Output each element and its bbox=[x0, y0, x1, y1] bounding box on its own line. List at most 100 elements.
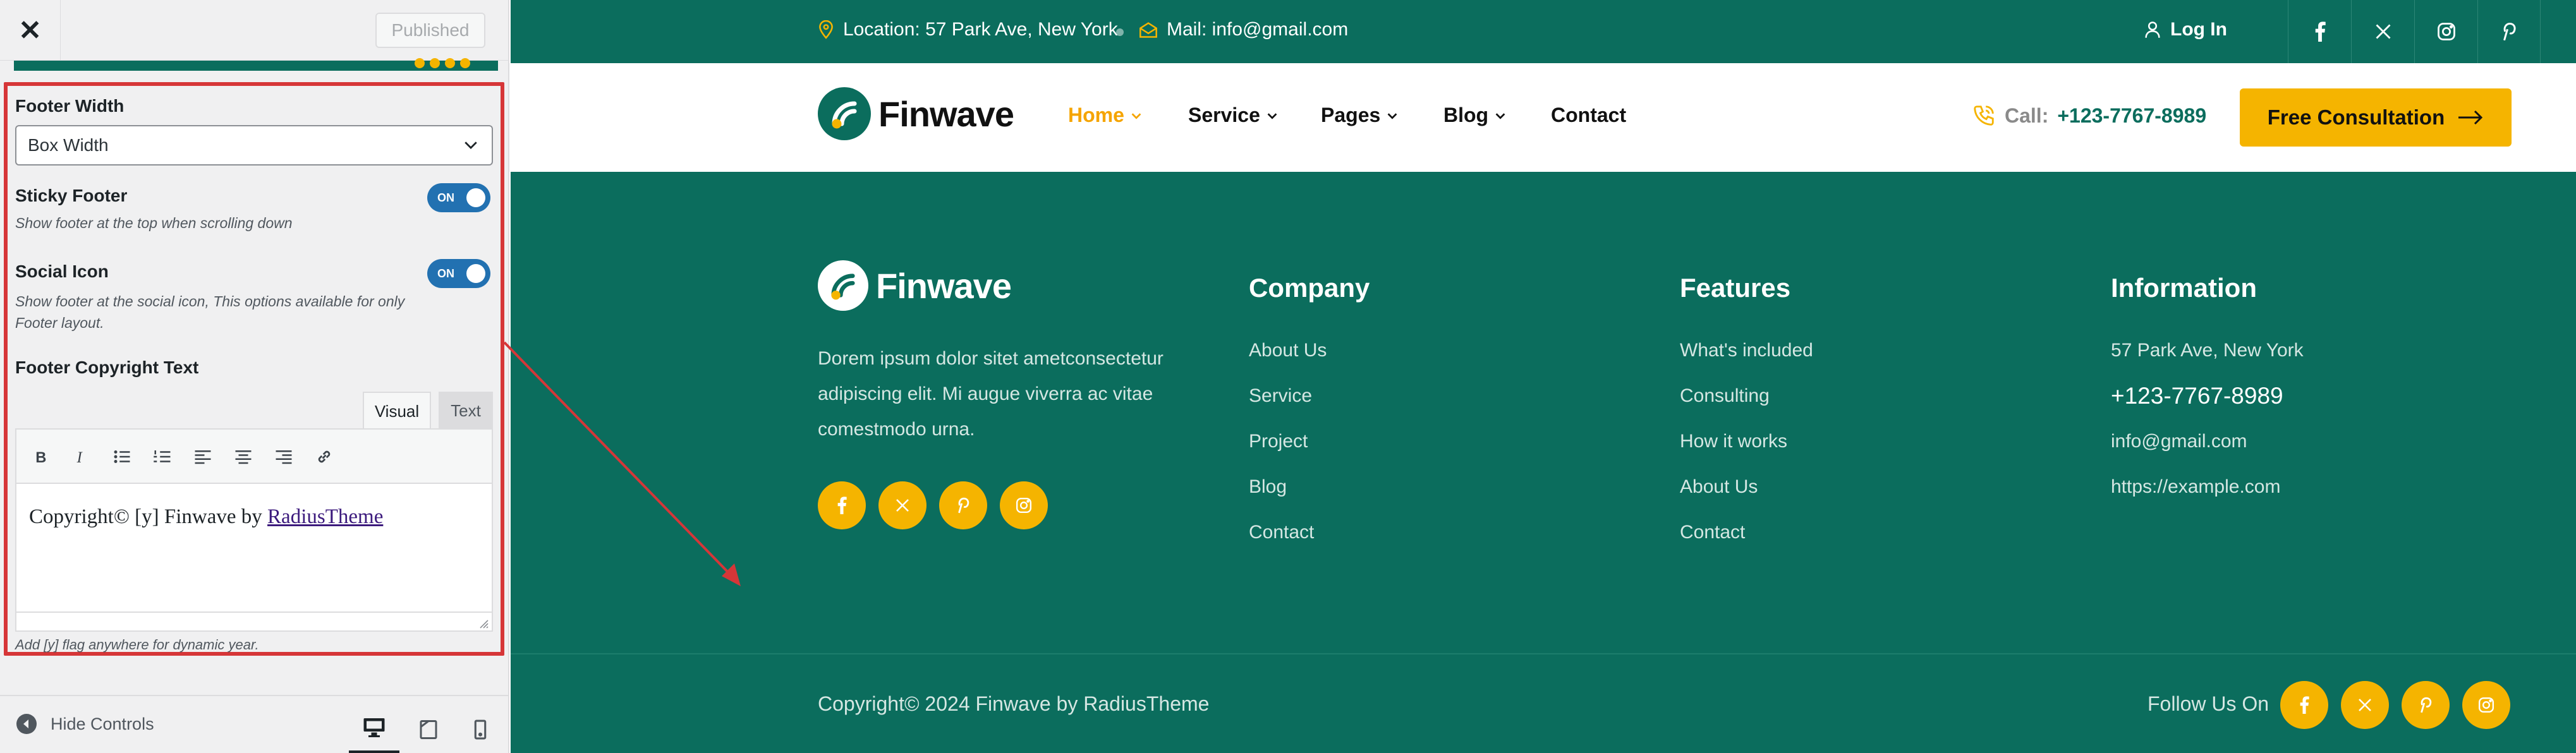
topbar: Location: 57 Park Ave, New York Mail: in… bbox=[511, 0, 2576, 63]
section-preview-strip bbox=[14, 58, 498, 71]
nav-pages-label: Pages bbox=[1321, 104, 1381, 126]
sticky-footer-label: Sticky Footer bbox=[15, 186, 128, 205]
panel-footer: Hide Controls bbox=[0, 695, 508, 753]
align-center-icon[interactable] bbox=[228, 441, 259, 473]
nav-contact[interactable]: Contact bbox=[1551, 104, 1626, 127]
nav-contact-label: Contact bbox=[1551, 104, 1627, 126]
italic-icon[interactable]: I bbox=[66, 441, 97, 473]
about-line: Dorem ipsum dolor sitet ametconsectetur bbox=[818, 348, 1163, 369]
mobile-icon[interactable] bbox=[455, 705, 506, 753]
tab-text[interactable]: Text bbox=[439, 392, 493, 430]
desktop-icon[interactable] bbox=[349, 705, 399, 753]
sticky-footer-toggle[interactable]: ON bbox=[427, 183, 490, 212]
nav-blog[interactable]: Blog bbox=[1443, 104, 1507, 127]
about-line: adipiscing elit. Mi augue viverra ac vit… bbox=[818, 383, 1153, 404]
nav-service[interactable]: Service bbox=[1188, 104, 1279, 127]
footer-link-service[interactable]: Service bbox=[1249, 385, 1312, 407]
footer-address: 57 Park Ave, New York bbox=[2111, 340, 2304, 361]
features-title: Features bbox=[1680, 273, 1791, 303]
hide-controls-label: Hide Controls bbox=[51, 714, 154, 733]
resize-grip-icon[interactable] bbox=[477, 617, 489, 629]
align-left-icon[interactable] bbox=[187, 441, 219, 473]
radiustheme-link[interactable]: RadiusTheme bbox=[267, 505, 383, 528]
numbered-list-icon[interactable] bbox=[147, 441, 178, 473]
pinterest-icon[interactable] bbox=[2402, 681, 2450, 729]
footer-link-about-us[interactable]: About Us bbox=[1680, 476, 1758, 498]
social-icon-label: Social Icon bbox=[15, 262, 109, 281]
footer-link-about-us[interactable]: About Us bbox=[1249, 340, 1327, 361]
footer-logo[interactable]: Finwave bbox=[818, 260, 1012, 311]
pinterest-icon[interactable] bbox=[939, 481, 987, 529]
about-line: comestmodo urna. bbox=[818, 419, 975, 440]
chevron-down-icon bbox=[1267, 112, 1277, 119]
footer-link-how-it-works[interactable]: How it works bbox=[1680, 431, 1787, 452]
pinterest-icon[interactable] bbox=[2477, 0, 2541, 63]
strip-dot bbox=[445, 58, 455, 68]
strip-dot bbox=[415, 58, 425, 68]
footer-link-consulting[interactable]: Consulting bbox=[1680, 385, 1770, 407]
toggle-state: ON bbox=[437, 267, 454, 280]
nav-service-label: Service bbox=[1188, 104, 1260, 126]
footer-link-project[interactable]: Project bbox=[1249, 431, 1308, 452]
location-text: Location: 57 Park Ave, New York bbox=[843, 19, 1118, 40]
instagram-icon[interactable] bbox=[1000, 481, 1048, 529]
facebook-icon[interactable] bbox=[2288, 0, 2351, 63]
site-footer: Finwave Dorem ipsum dolor sitet ametcons… bbox=[511, 172, 2576, 753]
footer-email[interactable]: info@gmail.com bbox=[2111, 431, 2247, 452]
editor-toolbar: B I bbox=[16, 430, 492, 484]
footer-width-select[interactable]: Box Width bbox=[15, 125, 493, 166]
copyright-editor[interactable]: B I Copyright© [y] Finwave by RadiusThem… bbox=[15, 428, 493, 632]
footer-link-contact[interactable]: Contact bbox=[1680, 522, 1745, 543]
close-button[interactable]: ✕ bbox=[0, 0, 61, 61]
nav-blog-label: Blog bbox=[1443, 104, 1489, 126]
published-button[interactable]: Published bbox=[375, 13, 485, 48]
footer-website[interactable]: https://example.com bbox=[2111, 476, 2280, 498]
login-link[interactable]: Log In bbox=[2144, 19, 2227, 40]
editor-content[interactable]: Copyright© [y] Finwave by RadiusTheme bbox=[29, 505, 383, 529]
facebook-icon[interactable] bbox=[2280, 681, 2328, 729]
panel-header: ✕ Published bbox=[0, 0, 508, 61]
nav-pages[interactable]: Pages bbox=[1321, 104, 1399, 127]
nav-home[interactable]: Home bbox=[1068, 104, 1143, 127]
footer-link-contact[interactable]: Contact bbox=[1249, 522, 1314, 543]
sticky-footer-description: Show footer at the top when scrolling do… bbox=[15, 215, 293, 231]
hide-controls-button[interactable]: Hide Controls bbox=[16, 714, 154, 734]
chevron-down-icon bbox=[1387, 112, 1397, 119]
facebook-icon[interactable] bbox=[818, 481, 866, 529]
bullet-list-icon[interactable] bbox=[106, 441, 138, 473]
strip-dot bbox=[430, 58, 440, 68]
cta-label: Free Consultation bbox=[2267, 105, 2445, 129]
footer-width-value: Box Width bbox=[28, 135, 109, 155]
footer-link-blog[interactable]: Blog bbox=[1249, 476, 1287, 498]
collapse-icon bbox=[16, 714, 37, 734]
call-info[interactable]: Call: +123-7767-8989 bbox=[1972, 104, 2206, 128]
free-consultation-button[interactable]: Free Consultation bbox=[2240, 88, 2512, 147]
footer-link-whats-included[interactable]: What's included bbox=[1680, 340, 1813, 361]
align-right-icon[interactable] bbox=[268, 441, 300, 473]
footer-phone[interactable]: +123-7767-8989 bbox=[2111, 383, 2283, 409]
x-icon[interactable] bbox=[2351, 0, 2414, 63]
footer-divider bbox=[511, 653, 2576, 654]
social-icon-description: Show footer at the social icon, This opt… bbox=[15, 293, 405, 310]
tablet-icon[interactable] bbox=[403, 705, 454, 753]
social-icon-description-2: Footer layout. bbox=[15, 315, 104, 331]
call-label: Call: bbox=[2005, 104, 2049, 127]
link-icon[interactable] bbox=[308, 441, 340, 473]
information-title: Information bbox=[2111, 273, 2257, 303]
mail-text: Mail: info@gmail.com bbox=[1167, 19, 1349, 40]
bold-icon[interactable]: B bbox=[25, 441, 57, 473]
topbar-location: Location: 57 Park Ave, New York bbox=[818, 19, 1118, 40]
tab-visual[interactable]: Visual bbox=[363, 392, 431, 430]
social-icon-toggle[interactable]: ON bbox=[427, 259, 490, 288]
site-logo[interactable]: Finwave bbox=[818, 87, 1014, 140]
copyright-prefix: Copyright© [y] Finwave by bbox=[29, 505, 262, 528]
x-icon[interactable] bbox=[2341, 681, 2389, 729]
mail-icon bbox=[1139, 22, 1157, 38]
x-icon[interactable] bbox=[878, 481, 927, 529]
instagram-icon[interactable] bbox=[2462, 681, 2510, 729]
footer-copyright: Copyright© 2024 Finwave by RadiusTheme bbox=[818, 692, 1210, 715]
location-pin-icon bbox=[819, 20, 833, 39]
copyright-help-text: Add [y] flag anywhere for dynamic year. bbox=[15, 637, 259, 653]
chevron-down-icon bbox=[1495, 112, 1505, 119]
instagram-icon[interactable] bbox=[2414, 0, 2477, 63]
